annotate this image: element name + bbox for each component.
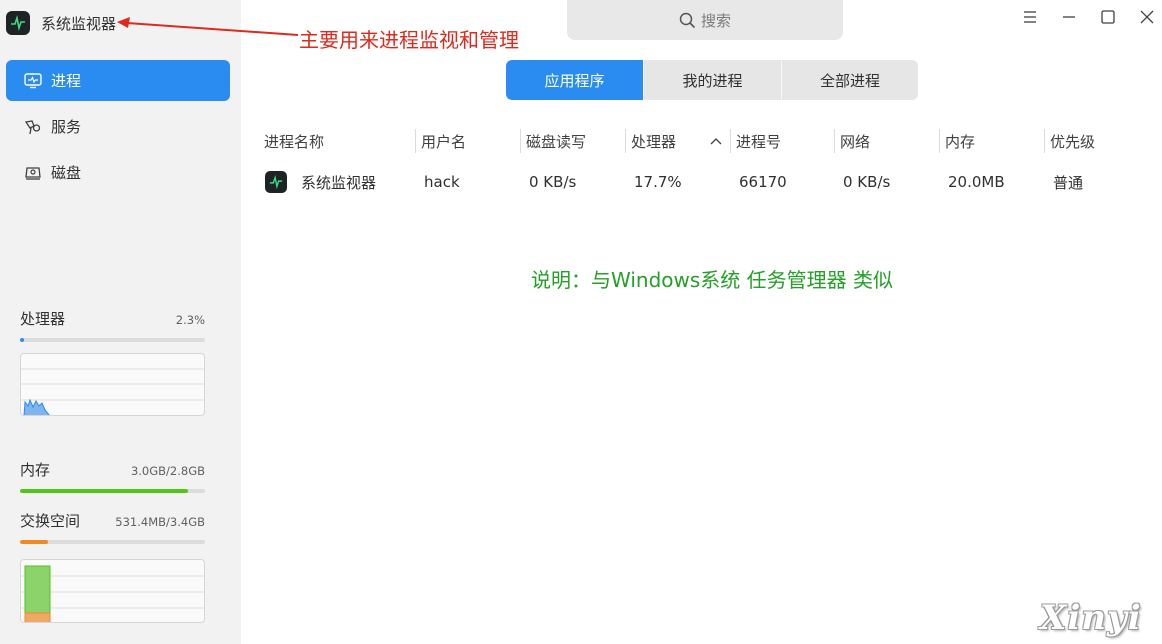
app-title-bar: 系统监视器 (6, 10, 116, 36)
sidebar-item-disk[interactable]: 磁盘 (6, 152, 230, 193)
sidebar-item-process[interactable]: 进程 (6, 60, 230, 101)
swap-stat: 交换空间 531.4MB/3.4GB (20, 510, 205, 544)
tab-my-processes[interactable]: 我的进程 (644, 60, 782, 100)
cell-pid: 66170 (739, 173, 787, 191)
search-icon (679, 12, 696, 28)
memory-usage-fill (20, 489, 189, 493)
memory-value: 3.0GB/2.8GB (130, 464, 205, 478)
cpu-usage-bar (20, 338, 205, 342)
annotation-arrow-icon (117, 17, 299, 36)
cell-network: 0 KB/s (843, 173, 891, 191)
monitor-pulse-icon (6, 11, 30, 35)
sidebar: 系统监视器 进程 服务 磁盘 处理器 2.3% 内存 3.0GB/2.8GB 交… (0, 0, 241, 644)
process-table: 进程名称 用户名 磁盘读写 处理器 进程号 网络 内存 优先级 系统监视器 ha… (258, 122, 1152, 198)
monitor-pulse-icon (265, 171, 287, 193)
sidebar-nav: 进程 服务 磁盘 (6, 60, 230, 198)
process-icon (24, 72, 42, 90)
annotation-green-note: 说明：与Windows系统 任务管理器 类似 (531, 268, 893, 292)
swap-usage-fill (20, 540, 48, 544)
search-input[interactable]: 搜索 (567, 0, 843, 40)
maximize-icon (1101, 10, 1115, 24)
memory-label: 内存 (20, 461, 51, 479)
service-icon (24, 118, 42, 136)
annotation-red-note: 主要用来进程监视和管理 (299, 28, 519, 52)
column-header-name[interactable]: 进程名称 (258, 122, 415, 160)
cell-disk: 0 KB/s (529, 173, 577, 191)
maximize-button[interactable] (1096, 5, 1120, 29)
column-header-cpu[interactable]: 处理器 (625, 122, 702, 160)
search-placeholder: 搜索 (700, 11, 731, 30)
swap-value: 531.4MB/3.4GB (115, 515, 205, 529)
column-header-pid[interactable]: 进程号 (730, 122, 834, 160)
table-row[interactable]: 系统监视器 hack 0 KB/s 17.7% 66170 0 KB/s 20.… (258, 160, 1152, 198)
swap-usage-bar (20, 540, 205, 544)
sort-indicator[interactable] (702, 122, 730, 160)
swap-label: 交换空间 (20, 512, 81, 530)
minimize-button[interactable] (1057, 5, 1081, 29)
sidebar-item-label: 磁盘 (51, 164, 82, 182)
column-header-disk[interactable]: 磁盘读写 (520, 122, 625, 160)
close-icon (1140, 10, 1154, 24)
tab-all-processes[interactable]: 全部进程 (782, 60, 918, 100)
menu-icon (1024, 11, 1036, 23)
cell-user: hack (424, 173, 460, 191)
menu-button[interactable] (1018, 5, 1042, 29)
disk-icon (24, 164, 42, 182)
table-header: 进程名称 用户名 磁盘读写 处理器 进程号 网络 内存 优先级 (258, 122, 1152, 160)
sidebar-item-label: 进程 (51, 72, 82, 90)
column-header-user[interactable]: 用户名 (415, 122, 520, 160)
memory-stat: 内存 3.0GB/2.8GB (20, 459, 205, 493)
cell-cpu: 17.7% (634, 173, 682, 191)
chevron-up-icon (710, 138, 722, 145)
cpu-usage-fill (20, 338, 25, 342)
cell-priority: 普通 (1053, 173, 1084, 192)
column-header-network[interactable]: 网络 (834, 122, 939, 160)
close-button[interactable] (1135, 5, 1159, 29)
cpu-history-graph (20, 353, 205, 416)
tab-applications[interactable]: 应用程序 (506, 60, 644, 100)
column-header-memory[interactable]: 内存 (939, 122, 1044, 160)
memory-history-graph (20, 559, 205, 623)
cpu-value: 2.3% (175, 313, 205, 327)
watermark-logo: Xinyi (1040, 598, 1142, 638)
cpu-label: 处理器 (20, 310, 66, 328)
process-name: 系统监视器 (301, 173, 377, 192)
sidebar-item-label: 服务 (51, 118, 82, 136)
memory-usage-bar (20, 489, 205, 493)
system-monitor-window: 系统监视器 进程 服务 磁盘 处理器 2.3% 内存 3.0GB/2.8GB 交… (0, 0, 1162, 644)
minimize-icon (1063, 16, 1075, 18)
cpu-stat: 处理器 2.3% (20, 308, 205, 342)
cell-name: 系统监视器 (258, 160, 376, 204)
process-view-tabs: 应用程序 我的进程 全部进程 (506, 60, 918, 100)
column-header-priority[interactable]: 优先级 (1044, 122, 1149, 160)
app-title: 系统监视器 (41, 14, 117, 33)
cell-memory: 20.0MB (948, 173, 1005, 191)
sidebar-item-service[interactable]: 服务 (6, 106, 230, 147)
